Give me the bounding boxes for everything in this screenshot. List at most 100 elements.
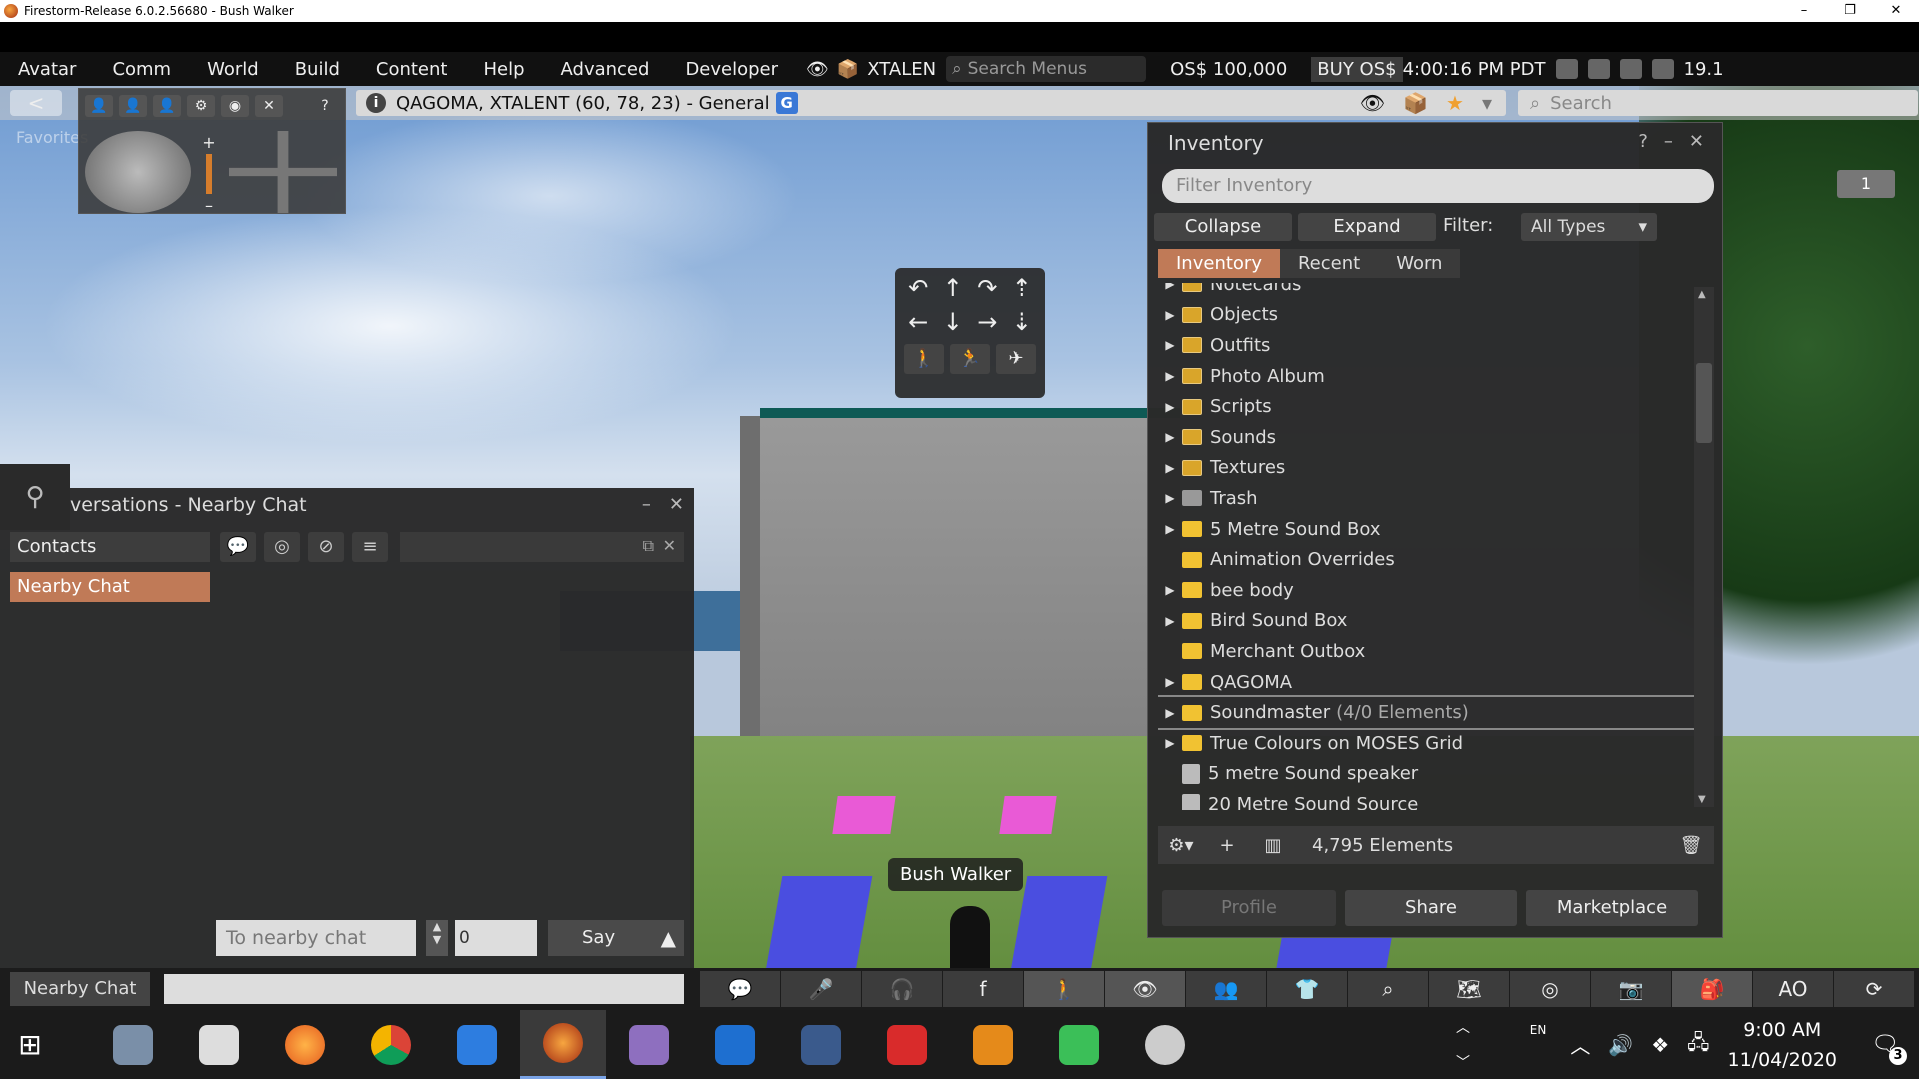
expand-arrow-icon[interactable]: ▶ [1158,706,1182,720]
tray-expand-icon[interactable]: ︿ [1570,1030,1590,1059]
filter-type-select[interactable]: All Types ▾ [1521,213,1657,241]
help-icon[interactable]: ? [311,95,339,117]
contacts-button[interactable]: Contacts [10,532,210,562]
tab-worn[interactable]: Worn [1378,249,1461,278]
windows-start-icon[interactable]: ⊞ [0,1010,60,1079]
b-app-icon[interactable] [864,1010,950,1079]
language-indicator[interactable]: EN [1530,1023,1547,1037]
ao-icon[interactable]: AO [1753,971,1833,1007]
menu-developer[interactable]: Developer [667,59,796,80]
inventory-row[interactable]: ▶ Objects [1158,300,1698,331]
taskbar-scroll[interactable]: ︿ ﹀ [1448,1010,1478,1079]
fly-down-icon[interactable]: ⇣ [1012,308,1032,336]
reset-view-icon[interactable]: ✕ [255,95,283,117]
inventory-row[interactable]: 5 metre Sound speaker [1158,759,1698,790]
back-button[interactable]: < [10,90,62,116]
rear-view-icon[interactable]: 👤 [153,95,181,117]
tab-inventory[interactable]: Inventory [1158,249,1280,278]
camera-app-icon[interactable] [176,1010,262,1079]
expand-arrow-icon[interactable]: ▶ [1158,400,1182,414]
dropbox-tray-icon[interactable]: ❖ [1651,1033,1669,1057]
minimize-button[interactable]: – [1781,0,1827,22]
expand-arrow-icon[interactable]: ▶ [1158,430,1182,444]
side-view-icon[interactable]: 👤 [119,95,147,117]
voice-call-icon[interactable]: ◎ [264,532,300,562]
maximize-button[interactable]: ❐ [1827,0,1873,22]
network-icon[interactable]: 🖧 [1687,1028,1709,1062]
search-input[interactable]: ⌕ Search [1518,90,1918,116]
appearance-icon[interactable]: 👕 [1267,971,1347,1007]
snapshot-icon[interactable]: 📷 [1591,971,1671,1007]
expand-arrow-icon[interactable]: ▶ [1158,583,1182,597]
menu-advanced[interactable]: Advanced [543,59,668,80]
menu-world[interactable]: World [189,59,277,80]
turn-left-icon[interactable]: ↶ [908,274,928,302]
music-icon[interactable] [1587,59,1610,79]
inventory-icon[interactable]: 🎒 [1672,971,1752,1007]
zoom-slider[interactable]: + – [199,133,219,215]
inventory-row[interactable]: ▶ 5 Metre Sound Box [1158,514,1698,545]
dropdown-icon[interactable]: ▾ [1482,91,1492,115]
pf-app-icon[interactable] [950,1010,1036,1079]
inventory-row[interactable]: ▶ True Colours on MOSES Grid [1158,728,1698,759]
inventory-scrollbar[interactable]: ▲ ▼ [1694,287,1714,807]
zoom-track[interactable] [206,154,212,194]
gear-icon[interactable]: ⚙▾ [1158,835,1204,856]
expand-arrow-icon[interactable]: ▶ [1158,308,1182,322]
photos-app-icon[interactable] [90,1010,176,1079]
zoom-out-icon[interactable]: – [199,196,219,215]
walk-mode-icon[interactable]: 🚶 [904,344,944,374]
voice-blocked-icon[interactable]: 👁 [1360,91,1385,115]
pink-pad[interactable] [999,796,1057,834]
chevron-down-icon[interactable]: ﹀ [1448,1052,1478,1072]
menu-content[interactable]: Content [358,59,466,80]
collapse-button[interactable]: Collapse [1154,213,1292,241]
inventory-row[interactable]: ▶ Scripts [1158,391,1698,422]
chevron-up-icon[interactable]: ︿ [1448,1017,1478,1037]
profile-button[interactable]: Profile [1162,890,1336,926]
tab-recent[interactable]: Recent [1279,249,1379,278]
turn-right-icon[interactable]: ↷ [977,274,997,302]
say-button[interactable]: Say ▲ [548,920,684,956]
info-icon[interactable]: i [366,93,386,113]
inventory-row[interactable]: 20 Metre Sound Source [1158,789,1698,810]
inventory-row[interactable]: ▶ Photo Album [1158,361,1698,392]
viewer-app-icon[interactable] [606,1010,692,1079]
fly-mode-icon[interactable]: ✈ [996,344,1036,374]
close-icon[interactable]: ✕ [1689,131,1704,152]
location-pin-icon[interactable]: ⚲ [0,464,70,530]
expand-arrow-icon[interactable]: ▶ [1158,338,1182,352]
channel-field[interactable]: 0 [455,920,537,956]
settings-app-icon[interactable] [1122,1010,1208,1079]
walk-icon[interactable]: 🚶 [1024,971,1104,1007]
front-view-icon[interactable]: 👤 [85,95,113,117]
mouselook-icon[interactable]: ◉ [221,95,249,117]
volume-muted-icon[interactable] [1651,59,1674,79]
refresh-icon[interactable]: ⟳ [1834,971,1914,1007]
marketplace-button[interactable]: Marketplace [1526,890,1698,926]
nearby-chat-input[interactable]: To nearby chat [216,920,416,956]
inventory-row[interactable]: ▶ QAGOMA [1158,667,1698,698]
nearby-chat-button[interactable]: Nearby Chat [10,972,150,1006]
zoom-in-icon[interactable]: + [199,133,219,152]
trash-icon[interactable]: 🗑 [1668,835,1714,856]
inventory-row[interactable]: ▶ Sounds [1158,422,1698,453]
minimize-icon[interactable]: – [1664,131,1673,152]
eye-blocked-icon[interactable]: 👁 [806,59,829,80]
expand-arrow-icon[interactable]: ▶ [1158,491,1182,505]
menu-help[interactable]: Help [465,59,542,80]
scrollbar-thumb[interactable] [1696,363,1712,443]
expand-arrow-icon[interactable]: ▶ [1158,461,1182,475]
radar-icon[interactable]: ◎ [1510,971,1590,1007]
robot-app-icon[interactable] [1036,1010,1122,1079]
balance[interactable]: OS$ 100,000 [1146,59,1311,80]
text-editor-app-icon[interactable] [692,1010,778,1079]
build-blocked-icon[interactable]: 📦 [1403,91,1428,115]
inventory-row[interactable]: ▶ Textures [1158,453,1698,484]
speaker-icon[interactable]: 🔊 [1608,1033,1633,1057]
run-mode-icon[interactable]: 🏃 [950,344,990,374]
firefox-app-icon[interactable] [262,1010,348,1079]
leave-icon[interactable]: ⊘ [308,532,344,562]
microphone-icon[interactable]: 🎤 [781,971,861,1007]
fly-up-icon[interactable]: ⇡ [1012,274,1032,302]
